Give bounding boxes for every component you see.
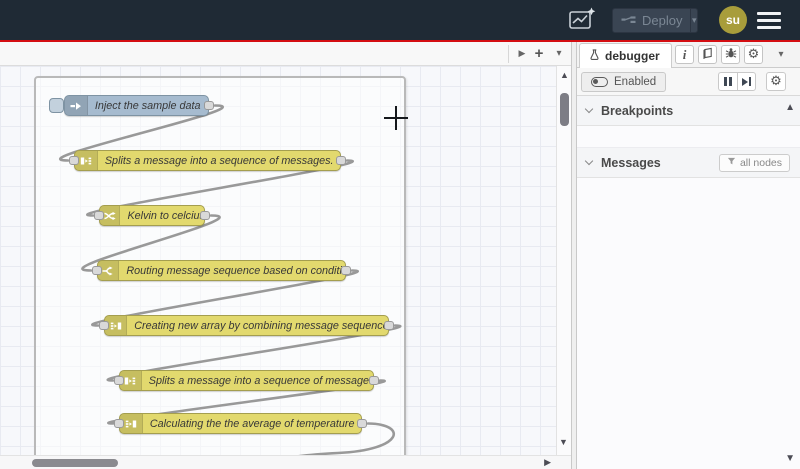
- pause-button[interactable]: [718, 72, 737, 91]
- tab-label: debugger: [605, 49, 660, 63]
- input-port[interactable]: [92, 265, 102, 275]
- inject-trigger-button[interactable]: [49, 98, 64, 113]
- scroll-down-arrow-icon[interactable]: ▼: [559, 438, 568, 447]
- node-label: Splits a message into a sequence of mess…: [148, 374, 373, 387]
- step-button[interactable]: [737, 72, 756, 91]
- bug-icon: [725, 46, 737, 64]
- output-port[interactable]: [384, 320, 394, 330]
- hamburger-icon: [757, 12, 781, 16]
- input-port[interactable]: [99, 320, 109, 330]
- messages-label: Messages: [601, 155, 661, 170]
- chevron-down-icon: ▾: [691, 15, 697, 25]
- step-forward-icon: [742, 77, 751, 86]
- deploy-options-button[interactable]: ▾: [690, 9, 697, 32]
- node-inject[interactable]: Inject the sample data: [49, 95, 214, 116]
- toggle-icon: [591, 77, 608, 87]
- flow-list-dropdown-button[interactable]: ▾: [551, 44, 567, 63]
- tab-debugger[interactable]: debugger: [579, 43, 672, 68]
- node-label: Creating new array by combining message …: [134, 319, 388, 332]
- help-tab-button[interactable]: [698, 45, 717, 64]
- node-switch[interactable]: Routing message sequence based on condit…: [92, 260, 351, 281]
- node-label: Calculating the the average of temperatu…: [149, 417, 355, 430]
- enabled-label: Enabled: [614, 76, 657, 88]
- tab-strip-separator: [508, 45, 509, 63]
- output-port[interactable]: [369, 375, 379, 385]
- canvas-vertical-scrollbar[interactable]: ▲ ▼: [556, 66, 571, 455]
- deploy-label: Deploy: [642, 13, 683, 28]
- node-label: Inject the sample data: [94, 99, 201, 112]
- sidebar: debugger i ⚙ ▾ Enabled ⚙ Breakpoints Mes…: [577, 42, 800, 469]
- funnel-icon: [727, 157, 736, 169]
- messages-empty-area: [577, 178, 800, 469]
- node-label: Kelvin to celcius: [127, 209, 204, 222]
- sidebar-tab-bar: debugger i ⚙ ▾: [577, 42, 800, 68]
- scroll-right-arrow-icon[interactable]: ▶: [544, 458, 551, 467]
- input-port[interactable]: [114, 418, 124, 428]
- input-port[interactable]: [94, 210, 104, 220]
- debugger-playback-controls: [718, 72, 756, 91]
- workspace-column: ▶ + ▾ Inject the sample data Splits a me…: [0, 42, 571, 469]
- node-join[interactable]: Creating new array by combining message …: [99, 315, 394, 336]
- messages-section-header[interactable]: Messages all nodes: [577, 148, 800, 178]
- horizontal-scroll-thumb[interactable]: [32, 459, 118, 467]
- crosshair-cursor: [384, 106, 408, 130]
- debugger-flask-icon: [589, 48, 600, 64]
- flow-canvas[interactable]: Inject the sample data Splits a message …: [0, 66, 556, 455]
- info-icon: i: [682, 46, 687, 62]
- filter-label: all nodes: [739, 157, 782, 169]
- message-filter-button[interactable]: all nodes: [718, 154, 790, 172]
- deploy-button[interactable]: Deploy ▾: [612, 8, 698, 33]
- tab-scroll-right-button[interactable]: ▶: [514, 44, 530, 63]
- node-label: Routing message sequence based on condit…: [126, 264, 345, 277]
- node-split[interactable]: Splits a message into a sequence of mess…: [114, 370, 379, 391]
- output-port[interactable]: [357, 418, 367, 428]
- chevron-down-icon: ▾: [778, 49, 784, 60]
- gear-icon: ⚙: [770, 74, 782, 89]
- breakpoints-empty-area: [577, 126, 800, 148]
- output-port[interactable]: [200, 210, 210, 220]
- breakpoints-section-header[interactable]: Breakpoints: [577, 96, 800, 126]
- canvas-horizontal-scrollbar[interactable]: ▶: [0, 455, 571, 469]
- gear-icon: ⚙: [747, 47, 760, 62]
- debugger-enabled-toggle[interactable]: Enabled: [581, 72, 667, 92]
- debug-tab-button[interactable]: [721, 45, 740, 64]
- output-port[interactable]: [341, 265, 351, 275]
- debugger-settings-button[interactable]: ⚙: [766, 72, 786, 91]
- flow-tab-strip: ▶ + ▾: [0, 42, 571, 66]
- inject-icon: [65, 96, 88, 115]
- chevron-down-icon: [584, 104, 594, 114]
- add-flow-button[interactable]: +: [531, 44, 547, 63]
- main-menu-button[interactable]: [757, 12, 781, 29]
- deploy-icon: [621, 12, 636, 30]
- vertical-scroll-thumb[interactable]: [560, 93, 569, 126]
- flow-assistant-icon: [566, 7, 598, 38]
- input-port[interactable]: [69, 155, 79, 165]
- sidebar-scroll-up-icon[interactable]: ▲: [785, 102, 795, 113]
- output-port[interactable]: [336, 155, 346, 165]
- input-port[interactable]: [114, 375, 124, 385]
- node-join[interactable]: Calculating the the average of temperatu…: [114, 413, 367, 434]
- chevron-down-icon: [584, 156, 594, 166]
- app-header: Deploy ▾ su: [0, 0, 800, 40]
- sidebar-tabs-dropdown-button[interactable]: ▾: [771, 45, 791, 64]
- breakpoints-label: Breakpoints: [601, 103, 674, 118]
- pause-icon: [724, 77, 732, 86]
- node-change[interactable]: Kelvin to celcius: [94, 205, 210, 226]
- flow-assistant-button[interactable]: [566, 6, 598, 34]
- scroll-up-arrow-icon[interactable]: ▲: [560, 71, 569, 80]
- output-port[interactable]: [204, 100, 214, 110]
- sidebar-scroll-down-icon[interactable]: ▼: [785, 453, 795, 464]
- user-avatar[interactable]: su: [719, 6, 747, 34]
- user-initials: su: [725, 13, 740, 27]
- info-tab-button[interactable]: i: [675, 45, 694, 64]
- debugger-toolbar: Enabled ⚙: [577, 68, 800, 96]
- book-icon: [702, 46, 714, 64]
- node-label: Splits a message into a sequence of mess…: [104, 154, 334, 167]
- deploy-button-main[interactable]: Deploy: [613, 9, 690, 32]
- config-tab-button[interactable]: ⚙: [744, 45, 763, 64]
- node-split[interactable]: Splits a message into a sequence of mess…: [69, 150, 346, 171]
